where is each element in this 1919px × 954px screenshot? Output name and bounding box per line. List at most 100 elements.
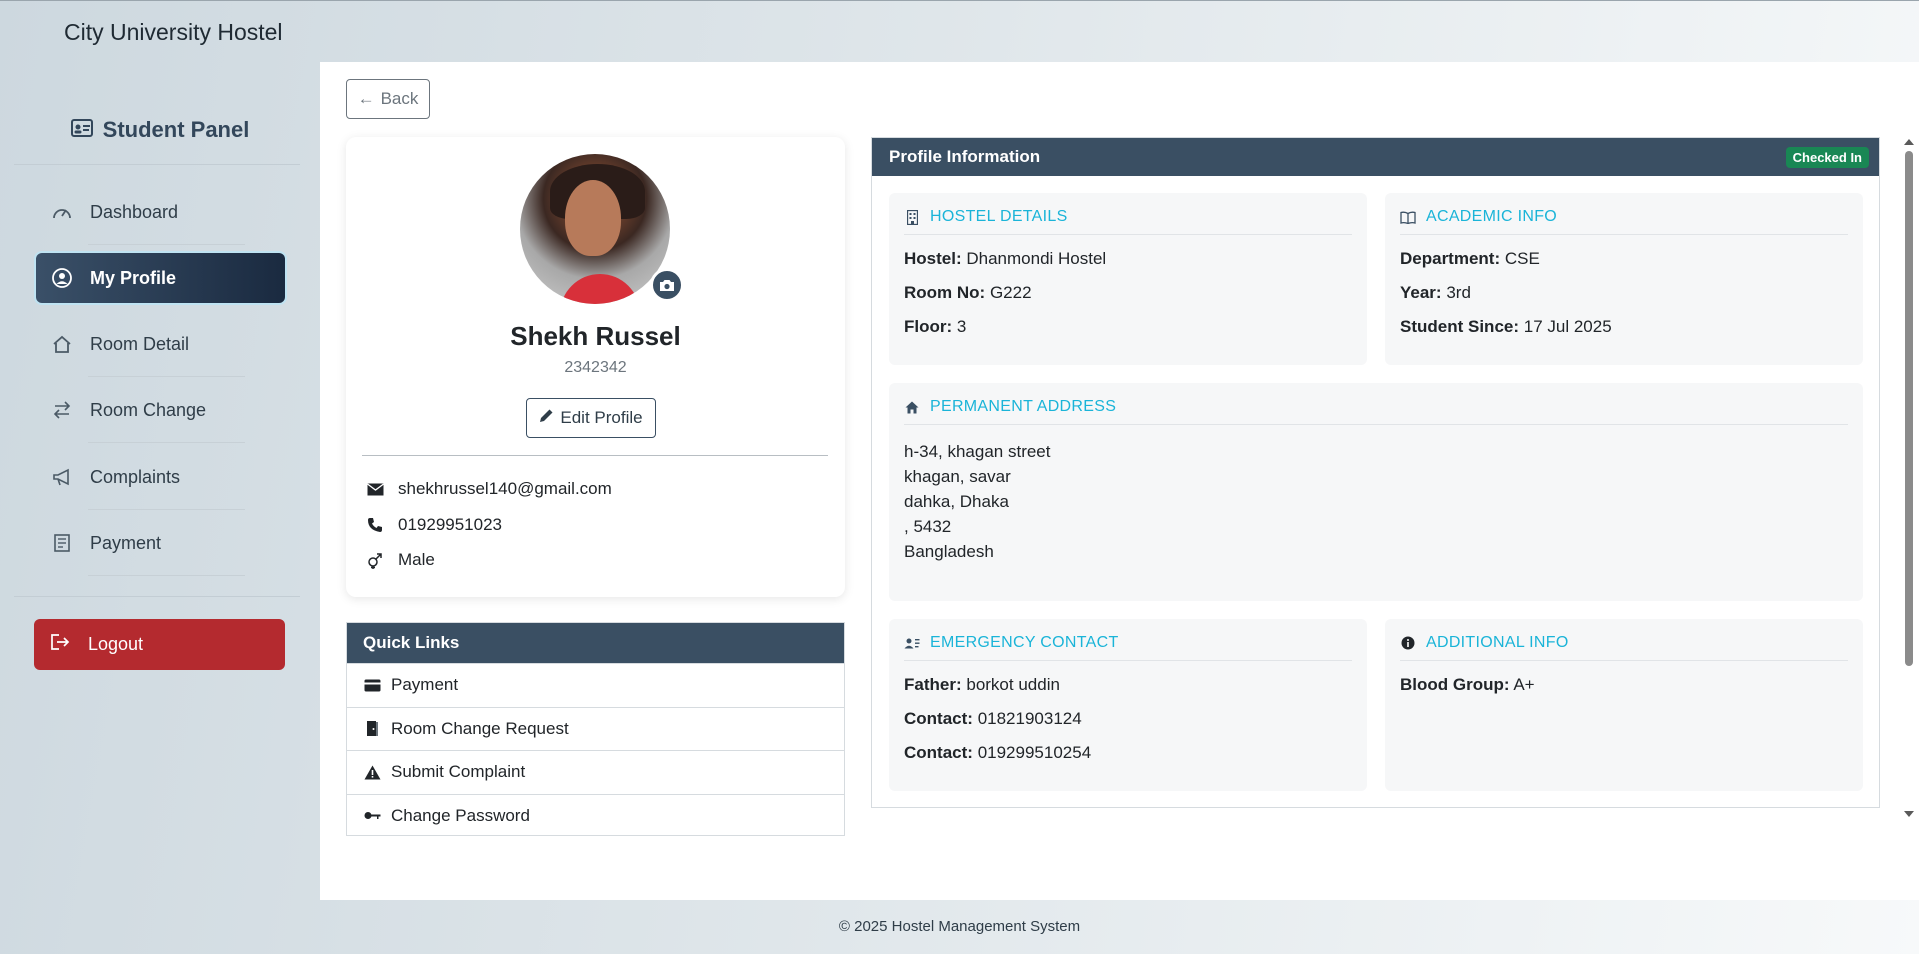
academic-info-title: Academic Info (1400, 208, 1848, 235)
id-card-icon (70, 117, 93, 143)
arrows-exchange-icon (52, 400, 72, 420)
divider (88, 509, 245, 510)
gender-row: Male (366, 550, 435, 570)
panel-title-text: Student Panel (102, 117, 250, 142)
contact-row-1: Contact: 01821903124 (904, 709, 1082, 728)
scrollbar-thumb[interactable] (1905, 151, 1913, 666)
camera-icon[interactable] (650, 268, 684, 302)
floor-row: Floor: 3 (904, 317, 967, 336)
hostel-details-box: Hostel Details Hostel: Dhanmondi Hostel … (889, 193, 1367, 365)
contact-card-icon (904, 637, 920, 649)
profile-name: Shekh Russel (510, 321, 681, 351)
sidebar-item-room-change[interactable]: Room Change (36, 385, 285, 443)
sidebar-item-label: My Profile (90, 267, 177, 288)
sidebar-item-label: Dashboard (90, 201, 179, 222)
profile-information-title: Profile Information (889, 147, 1041, 166)
address-line: Bangladesh (904, 542, 994, 561)
phone-icon (366, 517, 384, 533)
receipt-icon (52, 533, 72, 553)
address-line: khagan, savar (904, 467, 1011, 486)
additional-info-box: Additional Info Blood Group: A+ (1385, 619, 1863, 791)
house-icon (52, 334, 72, 354)
edit-profile-label: Edit Profile (560, 408, 643, 427)
phone-row: 01929951023 (366, 515, 502, 535)
sidebar-item-payment[interactable]: Payment (36, 518, 285, 576)
room-row: Room No: G222 (904, 283, 1032, 302)
pencil-icon (539, 408, 554, 428)
hostel-row: Hostel: Dhanmondi Hostel (904, 249, 1107, 268)
footer-text: © 2025 Hostel Management System (838, 918, 1081, 935)
sidebar-item-label: Room Change (90, 399, 207, 420)
address-lines: h-34, khagan street khagan, savar dahka,… (904, 439, 1848, 564)
sidebar-item-label: Room Detail (90, 333, 190, 354)
house-icon (904, 401, 920, 414)
avatar (520, 154, 670, 304)
divider (88, 244, 245, 245)
sidebar-item-my-profile[interactable]: My Profile (36, 253, 285, 303)
divider (14, 596, 300, 597)
back-button[interactable]: ← Back (346, 79, 430, 119)
gender-icon (366, 551, 384, 569)
contact-row-2: Contact: 019299510254 (904, 743, 1092, 762)
quick-link-change-password[interactable]: Change Password (347, 793, 844, 838)
department-row: Department: CSE (1400, 249, 1540, 268)
info-circle-icon (1400, 636, 1416, 650)
megaphone-icon (52, 467, 72, 487)
quick-links-card: Quick Links Payment Room Change Request … (346, 622, 845, 836)
back-label: Back (380, 89, 419, 108)
address-line: , 5432 (904, 517, 952, 536)
arrow-left-icon: ← (357, 89, 375, 108)
sidebar-item-label: Payment (90, 532, 162, 553)
divider (88, 376, 245, 377)
logout-button[interactable]: Logout (34, 619, 285, 670)
scrollbar[interactable] (1903, 137, 1915, 817)
quick-link-room-change[interactable]: Room Change Request (347, 706, 844, 751)
panel-title: Student Panel (0, 117, 320, 143)
permanent-address-box: Permanent Address h-34, khagan street kh… (889, 383, 1863, 601)
key-icon (363, 811, 381, 820)
app-title: City University Hostel (64, 19, 283, 45)
warning-icon (363, 765, 381, 780)
quick-links-title: Quick Links (347, 623, 844, 663)
divider (362, 455, 828, 456)
user-circle-icon (52, 268, 72, 288)
email-value: shekhrussel140@gmail.com (398, 479, 612, 498)
student-id: 2342342 (564, 359, 627, 376)
hostel-details-title: Hostel Details (904, 208, 1352, 235)
sidebar-item-label: Complaints (90, 466, 181, 487)
divider (14, 164, 300, 165)
sidebar: Student Panel Dashboard My Profile Room … (0, 61, 320, 901)
sidebar-item-complaints[interactable]: Complaints (36, 452, 285, 510)
gauge-icon (52, 202, 72, 222)
edit-profile-button[interactable]: Edit Profile (526, 398, 656, 438)
logout-label: Logout (88, 634, 144, 654)
main-content: ← Back Shekh Russel 2342342 Edit Profile… (320, 62, 1919, 900)
profile-information-card: Profile Information Checked In Hostel De… (871, 137, 1880, 808)
building-icon (904, 209, 920, 225)
divider (88, 442, 245, 443)
gender-value: Male (398, 550, 435, 569)
emergency-contact-box: Emergency Contact Father: borkot uddin C… (889, 619, 1367, 791)
envelope-icon (366, 482, 384, 496)
quick-link-label: Payment (391, 675, 459, 695)
logout-icon (50, 633, 70, 656)
divider (88, 575, 245, 576)
additional-info-title: Additional Info (1400, 634, 1848, 661)
quick-link-payment[interactable]: Payment (347, 663, 844, 707)
sidebar-item-room-detail[interactable]: Room Detail (36, 319, 285, 377)
door-icon (363, 720, 381, 737)
email-row: shekhrussel140@gmail.com (366, 479, 612, 499)
student-since-row: Student Since: 17 Jul 2025 (1400, 317, 1612, 336)
year-row: Year: 3rd (1400, 283, 1471, 302)
academic-info-box: Academic Info Department: CSE Year: 3rd … (1385, 193, 1863, 365)
address-line: h-34, khagan street (904, 442, 1051, 461)
permanent-address-title: Permanent Address (904, 398, 1848, 425)
phone-value: 01929951023 (398, 515, 503, 534)
scroll-up-icon[interactable] (1904, 139, 1914, 145)
blood-group-row: Blood Group: A+ (1400, 675, 1535, 694)
book-icon (1400, 211, 1416, 224)
sidebar-item-dashboard[interactable]: Dashboard (36, 187, 285, 245)
scroll-down-icon[interactable] (1904, 811, 1914, 817)
profile-information-header: Profile Information Checked In (872, 138, 1879, 176)
quick-link-submit-complaint[interactable]: Submit Complaint (347, 750, 844, 794)
